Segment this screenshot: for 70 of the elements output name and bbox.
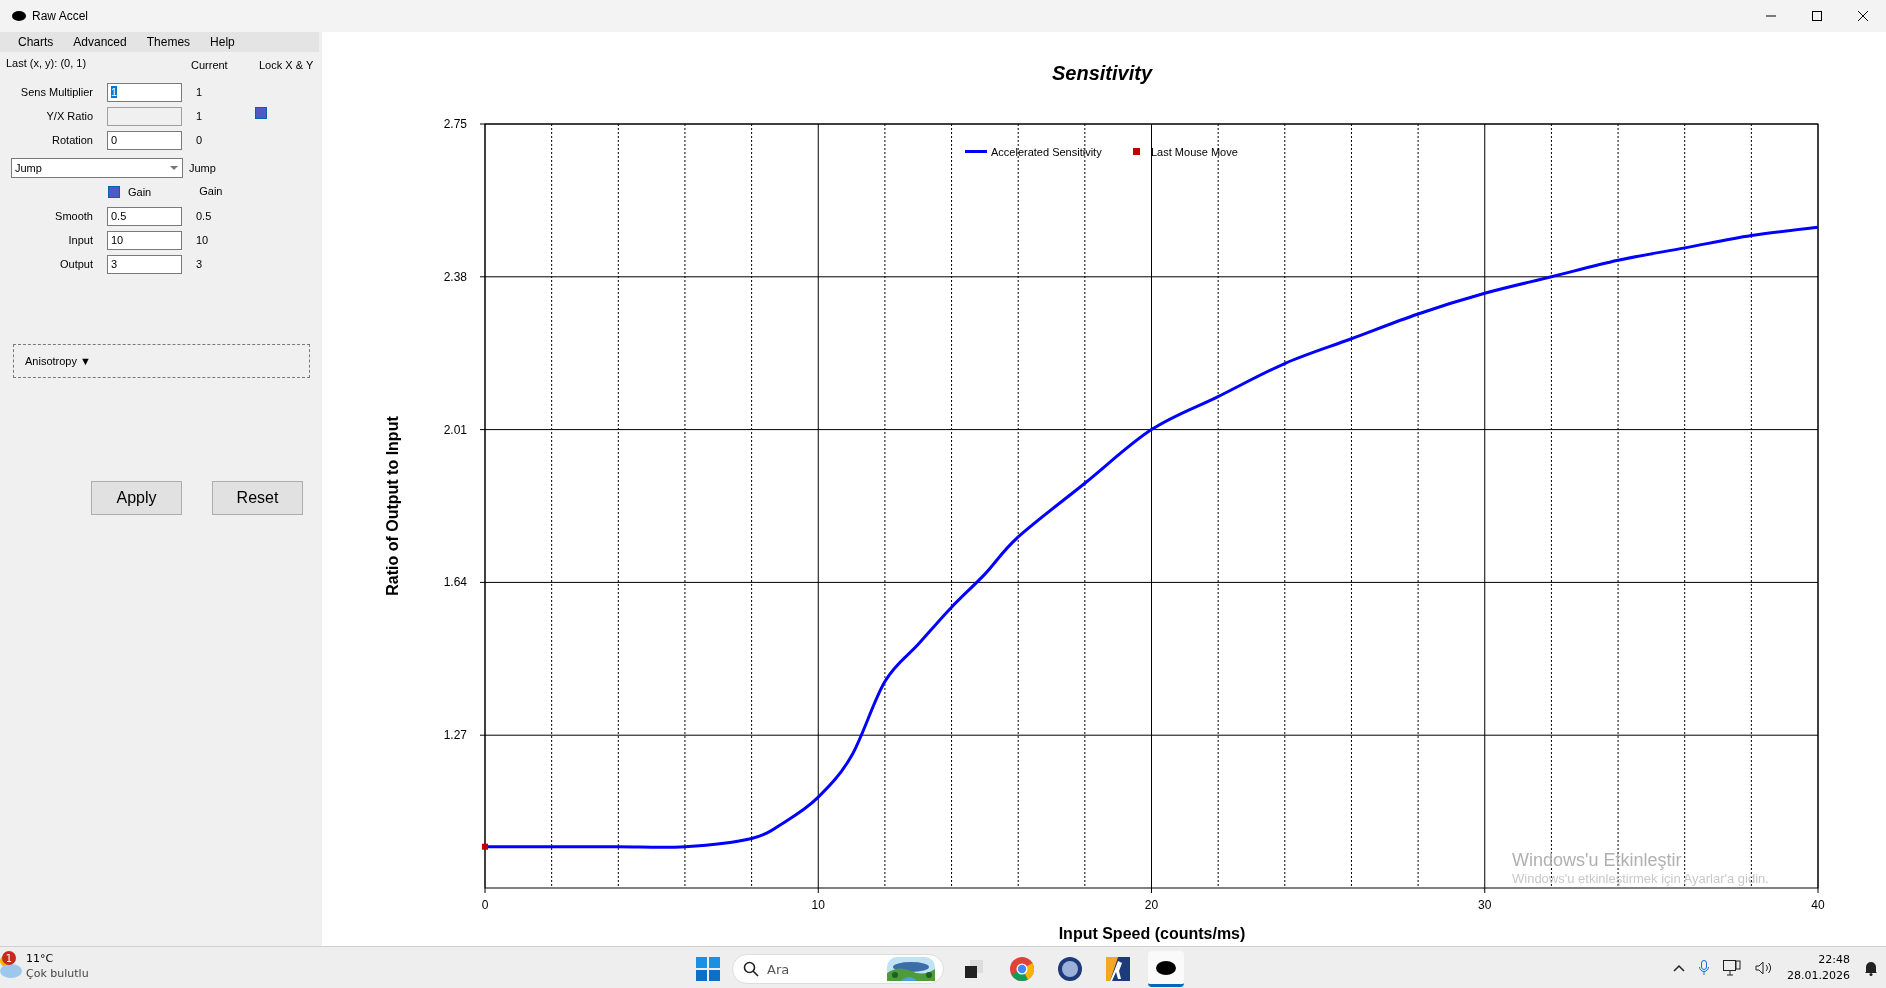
menu-item[interactable]: Advanced — [65, 33, 135, 51]
clock-date[interactable]: 28.01.2026 — [1787, 968, 1850, 984]
field-label: Sens Multiplier — [19, 86, 94, 98]
text-field[interactable]: 10 — [107, 230, 182, 250]
temperature: 11°C — [26, 951, 55, 966]
last-position-label: Last (x, y): (0, 1) — [6, 57, 87, 69]
y-tick-label: 2.38 — [443, 269, 467, 284]
y-tick-label: 1.64 — [443, 575, 467, 590]
legend-line-icon — [965, 150, 987, 153]
current-value: 0 — [196, 134, 203, 146]
action-button[interactable]: Apply — [91, 481, 182, 515]
x-axis-title: Input Speed (counts/ms) — [1058, 925, 1246, 942]
current-value: Gain — [199, 184, 223, 197]
speaker-icon[interactable] — [1755, 961, 1773, 975]
field-label: Y/X Ratio — [45, 110, 94, 122]
text-field[interactable]: 0 — [107, 130, 182, 150]
x-tick-label: 0 — [481, 898, 489, 912]
checkbox-label: Gain — [128, 186, 152, 198]
weather-condition: Çok bulutlu — [26, 966, 89, 981]
menu-item[interactable]: Help — [202, 33, 243, 51]
field-label: Rotation — [51, 134, 94, 146]
legend-marker-icon — [1133, 148, 1140, 155]
mouse-icon — [12, 11, 26, 21]
text-field[interactable]: 0.5 — [107, 206, 182, 226]
search-icon — [743, 961, 759, 977]
current-value: 3 — [196, 258, 203, 270]
lock-checkbox[interactable] — [255, 106, 268, 119]
legend-label: Last Mouse Move — [1151, 146, 1238, 158]
text-field[interactable]: 1 — [107, 82, 182, 102]
x-tick-label: 10 — [811, 898, 825, 912]
current-value: 10 — [196, 234, 209, 246]
current-value: Jump — [189, 162, 216, 174]
text-field[interactable]: 3 — [107, 254, 182, 274]
y-tick-label: 1.27 — [443, 728, 467, 743]
action-button[interactable]: Reset — [212, 481, 303, 515]
close-icon — [1858, 11, 1868, 21]
y-tick-label: 2.75 — [443, 117, 467, 131]
y-axis-title: Ratio of Output to Input — [384, 416, 401, 596]
mode-dropdown[interactable]: Jump — [11, 158, 183, 178]
network-icon[interactable] — [1723, 960, 1741, 976]
chart-title: Sensitivity — [1052, 62, 1152, 84]
notification-badge: 1 — [2, 951, 16, 965]
x-tick-label: 40 — [1811, 898, 1825, 912]
maximize-icon — [1812, 11, 1822, 21]
bell-icon[interactable] — [1864, 960, 1878, 976]
search-field[interactable]: Ara — [732, 954, 944, 984]
legend-label: Accelerated Sensitivity — [991, 146, 1102, 158]
clock-time[interactable]: 22:48 — [1818, 952, 1850, 968]
menu-item[interactable]: Charts — [10, 33, 62, 51]
column-header: Lock X & Y — [259, 59, 314, 71]
field-label: Smooth — [54, 210, 94, 222]
y-tick-label: 2.01 — [443, 422, 467, 437]
chevron-up-icon[interactable] — [1673, 964, 1685, 972]
mouse-icon[interactable] — [1148, 951, 1184, 987]
current-value: 1 — [196, 86, 203, 98]
x-tick-label: 30 — [1478, 898, 1492, 912]
x-tick-label: 20 — [1144, 898, 1159, 912]
current-value: 0.5 — [196, 210, 212, 222]
current-value: 1 — [196, 110, 203, 122]
window-title: Raw Accel — [32, 9, 90, 23]
activation-title: Windows'u Etkinleştir — [1512, 850, 1683, 871]
field-label: Output — [58, 258, 94, 270]
menu-item[interactable]: Themes — [138, 33, 199, 51]
anisotropy-panel[interactable]: Anisotropy ▼ — [13, 344, 310, 378]
gain-checkbox[interactable] — [108, 185, 120, 198]
field-label: Input — [67, 234, 94, 246]
start-icon[interactable] — [696, 957, 720, 981]
mouse-move-point — [482, 843, 488, 850]
microphone-icon[interactable] — [1699, 960, 1709, 976]
column-header: Current — [191, 59, 228, 71]
